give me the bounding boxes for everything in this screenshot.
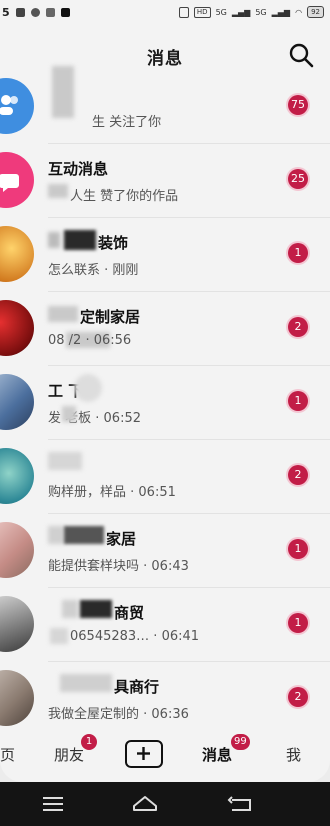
search-icon[interactable] bbox=[288, 42, 314, 68]
redacted-name bbox=[60, 674, 112, 692]
message-name: 家居 bbox=[106, 530, 137, 548]
back-icon[interactable] bbox=[226, 792, 256, 816]
avatar bbox=[0, 226, 34, 282]
message-preview: 我做全屋定制的 · 06:36 bbox=[48, 707, 189, 722]
message-preview: 生 关注了你 bbox=[92, 115, 162, 130]
unread-badge: 1 bbox=[288, 391, 308, 411]
unread-badge: 2 bbox=[288, 465, 308, 485]
heart-chat-icon bbox=[0, 174, 19, 192]
avatar bbox=[0, 596, 34, 652]
list-item-chat[interactable]: 工 下 发 老板 · 06:52 1 bbox=[0, 366, 330, 440]
redacted-name bbox=[52, 66, 74, 118]
redacted-username bbox=[48, 184, 68, 198]
redacted-name-dark bbox=[64, 230, 96, 250]
friends-badge: 1 bbox=[81, 734, 97, 750]
redacted-name bbox=[48, 526, 64, 544]
redacted-preview bbox=[62, 406, 76, 422]
unread-badge: 1 bbox=[288, 613, 308, 633]
message-preview: 08 /2 · 06:56 bbox=[48, 333, 132, 348]
redacted-name-dark bbox=[64, 526, 104, 544]
page-title: 消息 bbox=[147, 49, 183, 69]
message-name: 商贸 bbox=[114, 604, 145, 622]
list-item-chat[interactable]: 装饰 怎么联系 · 刚刚 1 bbox=[0, 218, 330, 292]
status-time: 5 bbox=[2, 6, 10, 19]
redacted-name bbox=[48, 232, 60, 248]
create-button[interactable] bbox=[125, 740, 163, 768]
message-name: 装饰 bbox=[98, 234, 129, 252]
tab-friends[interactable]: 朋友 bbox=[54, 744, 84, 765]
signal-bars-icon: ▂▄▆ bbox=[231, 7, 251, 17]
messages-badge: 99 bbox=[231, 734, 250, 750]
avatar bbox=[0, 300, 34, 356]
status-bar: 5 HD 5G ▂▄▆ 5G ▂▄▆ ◠ 92 bbox=[0, 0, 330, 26]
message-preview: 怎么联系 · 刚刚 bbox=[48, 263, 139, 278]
list-item-chat[interactable]: 商贸 06545283… · 06:41 1 bbox=[0, 588, 330, 662]
tab-me[interactable]: 我 bbox=[286, 744, 301, 765]
wifi-icon: ◠ bbox=[295, 7, 303, 17]
message-preview: 能提供套样块吗 · 06:43 bbox=[48, 559, 189, 574]
message-preview: 购样册，样品 · 06:51 bbox=[48, 485, 176, 500]
list-item-interactions[interactable]: 互动消息 人生 赞了你的作品 25 bbox=[0, 144, 330, 218]
unread-badge: 2 bbox=[288, 317, 308, 337]
redacted-name bbox=[74, 374, 102, 402]
battery-indicator: 92 bbox=[307, 6, 324, 18]
plus-icon bbox=[137, 747, 150, 760]
avatar bbox=[0, 522, 34, 578]
tab-home[interactable]: 页 bbox=[0, 744, 15, 765]
avatar bbox=[0, 374, 34, 430]
list-item-chat[interactable]: 家居 能提供套样块吗 · 06:43 1 bbox=[0, 514, 330, 588]
avatar bbox=[0, 448, 34, 504]
message-preview: 人生 赞了你的作品 bbox=[70, 189, 179, 204]
message-preview: 06545283… · 06:41 bbox=[70, 629, 200, 644]
hd-chip: HD bbox=[193, 6, 211, 18]
unread-badge: 1 bbox=[288, 243, 308, 263]
people-icon bbox=[0, 95, 18, 115]
chat-notification-icon bbox=[30, 8, 40, 17]
signal-chip-1: 5G bbox=[215, 7, 227, 17]
bottom-tab-bar: 页 朋友 1 消息 99 我 bbox=[0, 728, 330, 782]
avatar bbox=[0, 670, 34, 726]
redacted-preview bbox=[50, 628, 68, 644]
home-icon[interactable] bbox=[130, 792, 160, 816]
message-name: 定制家居 bbox=[80, 308, 141, 326]
list-item-followers[interactable]: 生 关注了你 75 bbox=[0, 66, 330, 144]
list-item-chat[interactable]: 购样册，样品 · 06:51 2 bbox=[0, 440, 330, 514]
redacted-name bbox=[48, 452, 82, 470]
screen: 5 HD 5G ▂▄▆ 5G ▂▄▆ ◠ 92 消息 生 关注了你 75 互动消… bbox=[0, 0, 330, 782]
unread-badge: 2 bbox=[288, 687, 308, 707]
message-name: 具商行 bbox=[114, 678, 160, 696]
app-notification-icon bbox=[15, 8, 25, 17]
unread-badge: 75 bbox=[288, 95, 308, 115]
system-nav-bar bbox=[0, 782, 330, 826]
signal-bars-icon-2: ▂▄▆ bbox=[271, 7, 291, 17]
vibrate-icon bbox=[178, 6, 189, 18]
tiktok-notification-icon bbox=[60, 8, 70, 17]
menu-icon[interactable] bbox=[38, 792, 68, 816]
unread-badge: 1 bbox=[288, 539, 308, 559]
list-item-chat[interactable]: 具商行 我做全屋定制的 · 06:36 2 bbox=[0, 662, 330, 736]
avatar bbox=[0, 152, 34, 208]
redacted-name-dark bbox=[80, 600, 112, 618]
avatar bbox=[0, 78, 34, 134]
tab-messages[interactable]: 消息 bbox=[202, 744, 232, 765]
signal-chip-2: 5G bbox=[255, 7, 267, 17]
unread-badge: 25 bbox=[288, 169, 308, 189]
redacted-name bbox=[48, 306, 78, 322]
alert-notification-icon bbox=[45, 8, 55, 17]
list-item-chat[interactable]: 定制家居 08 /2 · 06:56 2 bbox=[0, 292, 330, 366]
message-name: 互动消息 bbox=[48, 160, 109, 178]
redacted-name bbox=[62, 600, 78, 618]
